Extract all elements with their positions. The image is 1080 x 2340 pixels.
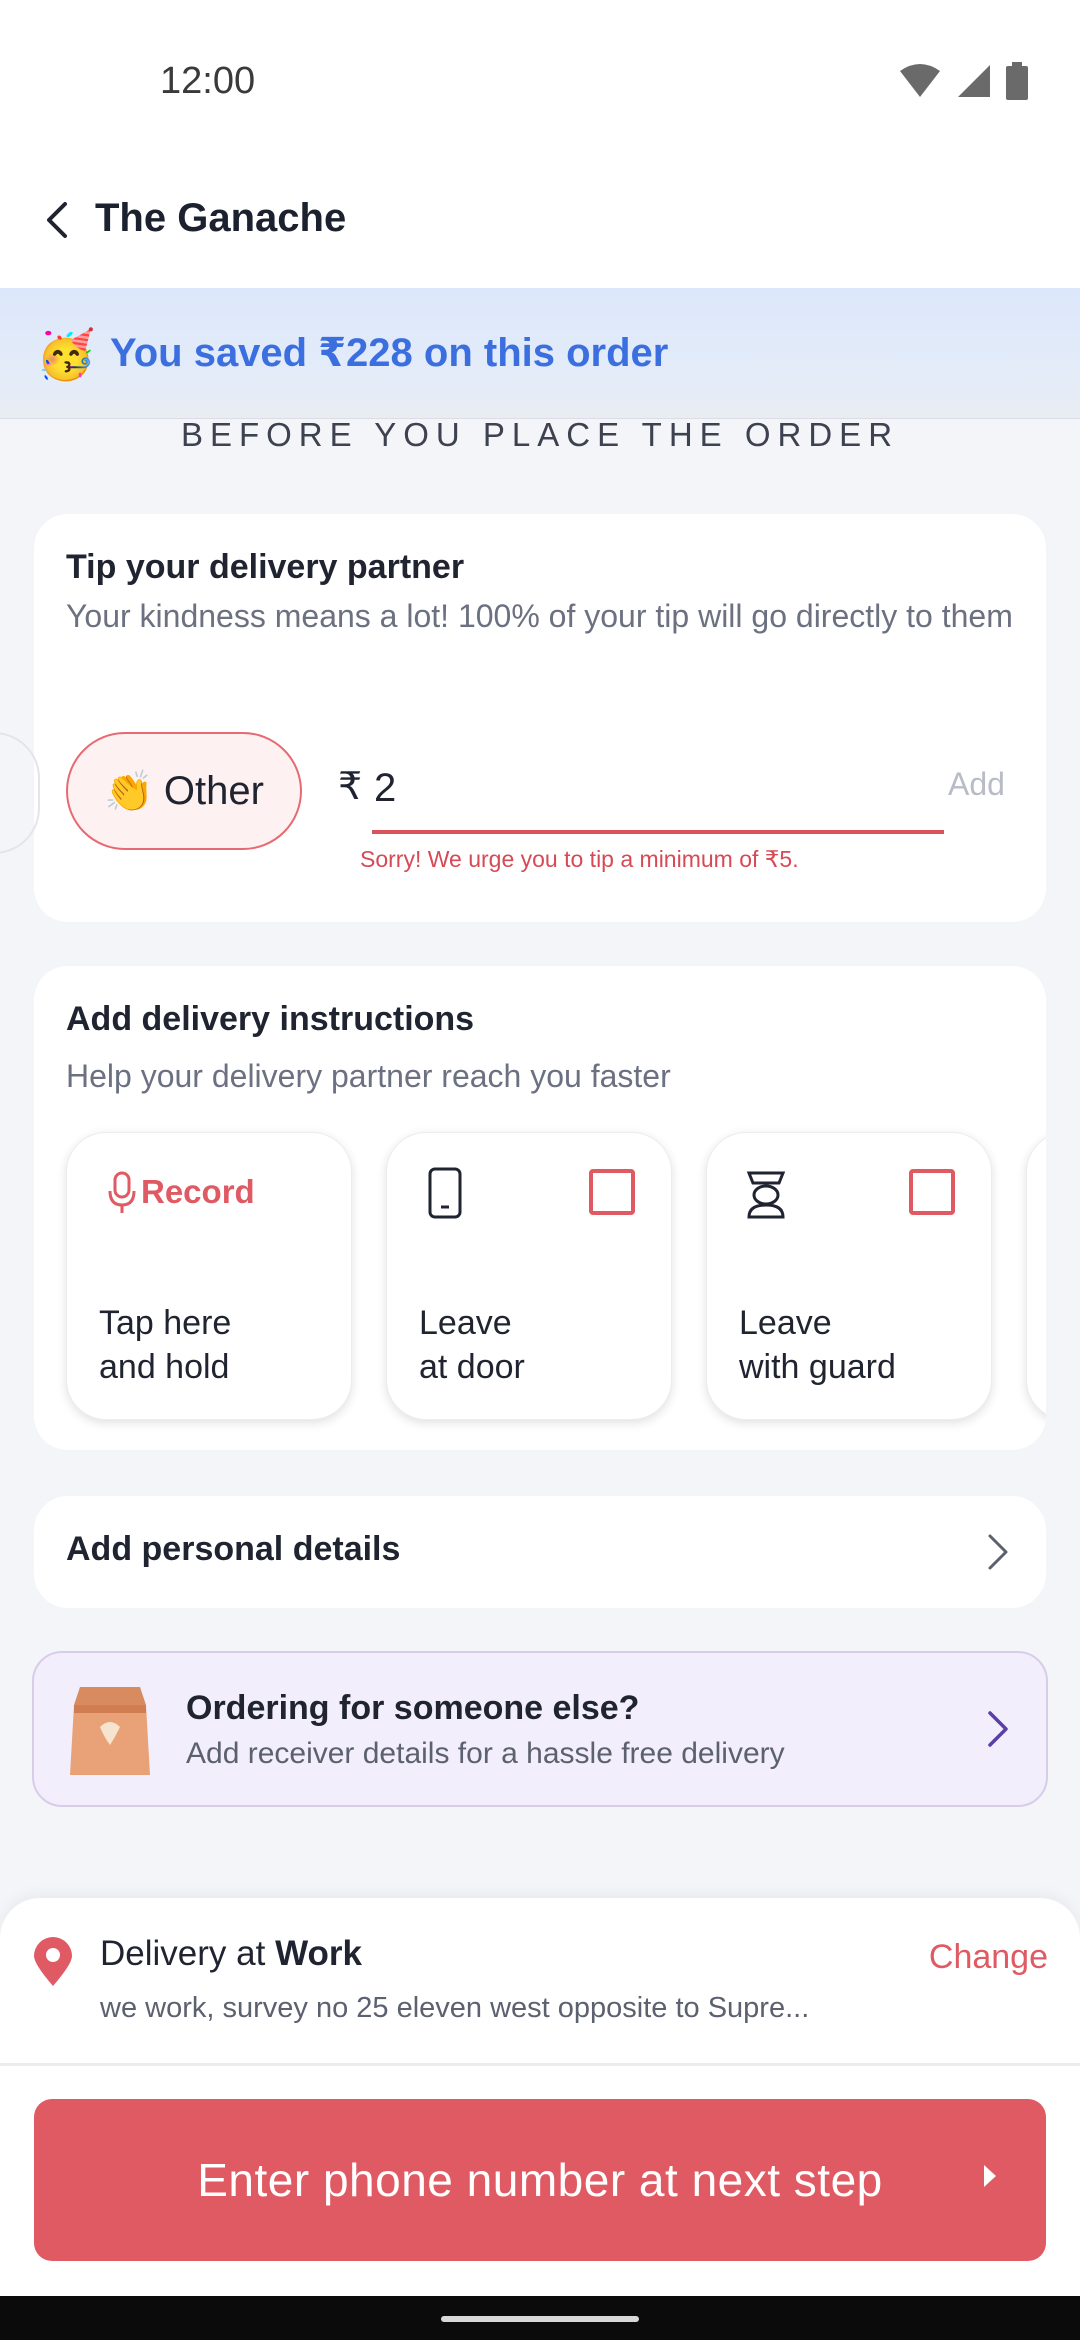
savings-text: You saved ₹228 on this order [110, 331, 669, 375]
record-label: Record [141, 1173, 255, 1210]
shopping-bag-icon [70, 1687, 150, 1775]
proceed-button[interactable]: Enter phone number at next step [34, 2099, 1046, 2261]
tip-chip-other[interactable]: 👏 Other [66, 732, 302, 850]
chevron-right-icon [988, 1534, 1008, 1570]
tip-chip-partial[interactable] [0, 732, 40, 854]
phone-door-icon [428, 1167, 462, 1219]
page-title: The Ganache [95, 196, 347, 240]
battery-icon [1006, 62, 1028, 100]
proceed-button-label: Enter phone number at next step [197, 2154, 883, 2206]
back-arrow-icon [47, 202, 67, 238]
option-line2: at door [419, 1348, 525, 1386]
clap-icon: 👏 [104, 769, 154, 814]
leave-with-guard-option[interactable]: Leave with guard [706, 1132, 992, 1420]
savings-banner: 🥳 You saved ₹228 on this order [0, 288, 1080, 419]
app-header: The Ganache [0, 170, 1080, 288]
signal-icon [958, 65, 990, 97]
tip-error-message: Sorry! We urge you to tip a minimum of ₹… [360, 846, 799, 872]
leave-at-door-option[interactable]: Leave at door [386, 1132, 672, 1420]
mic-icon [108, 1171, 136, 1213]
option-line2: and hold [99, 1348, 230, 1386]
section-heading: BEFORE YOU PLACE THE ORDER [180, 416, 900, 453]
status-time: 12:00 [160, 60, 256, 102]
tip-chip-label: Other [163, 768, 264, 813]
someone-else-subtitle: Add receiver details for a hassle free d… [186, 1737, 785, 1770]
record-option[interactable]: Record Tap here and hold [66, 1132, 352, 1420]
tip-title: Tip your delivery partner [66, 548, 465, 586]
tip-subtitle: Your kindness means a lot! 100% of your … [66, 598, 1013, 634]
guard-icon [746, 1171, 786, 1219]
caret-right-icon [984, 2165, 996, 2187]
someone-else-title: Ordering for someone else? [186, 1689, 640, 1727]
status-bar: 12:00 [0, 0, 1080, 170]
instructions-subtitle: Help your delivery partner reach you fas… [66, 1058, 671, 1094]
delivery-place: Work [275, 1934, 362, 1973]
personal-details-row[interactable]: Add personal details [34, 1496, 1046, 1608]
instructions-title: Add delivery instructions [66, 1000, 475, 1038]
location-pin-icon [34, 1937, 72, 1986]
checkout-bottom-sheet: Delivery at Work we work, survey no 25 e… [0, 1898, 1080, 2340]
currency-symbol: ₹ [338, 766, 363, 808]
delivery-address: we work, survey no 25 eleven west opposi… [100, 1992, 810, 2024]
option-label: Leave at door [419, 1301, 525, 1389]
tip-card: Tip your delivery partner Your kindness … [0, 514, 1046, 922]
avoid-calling-option[interactable]: A c [1026, 1132, 1046, 1420]
system-icons [898, 62, 1028, 100]
option-line1: Tap here [99, 1304, 232, 1342]
option-label: Tap here and hold [99, 1301, 231, 1389]
leave-at-door-checkbox[interactable] [589, 1169, 635, 1215]
add-tip-button[interactable]: Add [948, 766, 1005, 803]
tip-amount-input[interactable] [372, 746, 944, 834]
leave-with-guard-checkbox[interactable] [909, 1169, 955, 1215]
navigation-bar [0, 2296, 1080, 2340]
someone-else-banner[interactable]: Ordering for someone else? Add receiver … [32, 1651, 1048, 1807]
option-label: Leave with guard [739, 1301, 896, 1389]
home-gesture-handle[interactable] [441, 2316, 639, 2322]
personal-details-label: Add personal details [66, 1530, 401, 1568]
option-line1: Leave [419, 1304, 512, 1342]
option-line1: Leave [739, 1304, 832, 1342]
back-button[interactable] [26, 190, 86, 250]
option-line2: with guard [739, 1348, 896, 1386]
divider [0, 2063, 1080, 2066]
party-icon: 🥳 [36, 329, 96, 382]
delivery-location-title: Delivery at Work [100, 1934, 362, 1974]
delivery-instructions-card: Add delivery instructions Help your deli… [34, 966, 1046, 1450]
delivery-prefix: Delivery at [100, 1934, 276, 1973]
chevron-right-icon [988, 1711, 1008, 1747]
wifi-icon [900, 64, 940, 97]
change-address-link[interactable]: Change [929, 1938, 1048, 1977]
